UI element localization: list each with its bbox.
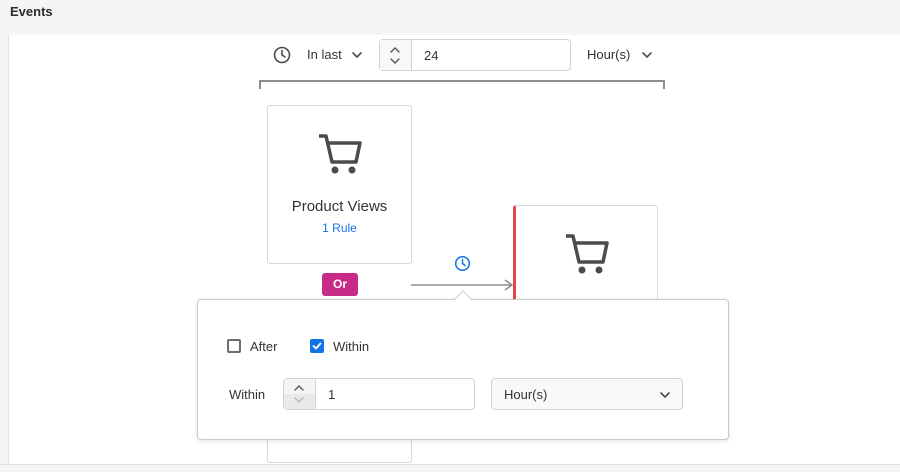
event-card-product-views[interactable] bbox=[267, 105, 412, 264]
chevron-up-icon[interactable] bbox=[294, 384, 304, 392]
stepper-buttons[interactable] bbox=[284, 379, 316, 409]
within-unit-value: Hour(s) bbox=[504, 387, 548, 402]
time-unit-label[interactable]: Hour(s) bbox=[587, 47, 630, 62]
clock-icon bbox=[273, 46, 291, 64]
after-checkbox[interactable] bbox=[227, 339, 241, 353]
shopping-cart-icon bbox=[566, 234, 609, 274]
chevron-down-icon[interactable] bbox=[390, 57, 400, 65]
chevron-down-icon bbox=[294, 397, 304, 403]
chevron-up-icon[interactable] bbox=[390, 46, 400, 54]
clock-icon[interactable] bbox=[454, 255, 471, 272]
event-title: Product Views bbox=[291, 198, 388, 215]
after-checkbox-label[interactable]: After bbox=[250, 339, 277, 354]
time-mode-label[interactable]: In last bbox=[307, 47, 342, 62]
bottom-divider bbox=[0, 464, 900, 472]
or-operator-badge[interactable]: Or bbox=[322, 273, 358, 296]
time-value-stepper[interactable]: 24 bbox=[379, 39, 571, 71]
time-range-bracket bbox=[259, 80, 665, 89]
chevron-down-icon bbox=[660, 392, 670, 399]
page-title: Events bbox=[10, 4, 53, 19]
time-value-input[interactable]: 24 bbox=[424, 48, 438, 63]
within-value-stepper[interactable]: 1 bbox=[283, 378, 475, 410]
time-constraint-popover bbox=[197, 299, 729, 440]
within-unit-select[interactable]: Hour(s) bbox=[491, 378, 683, 410]
stepper-buttons[interactable] bbox=[380, 40, 412, 70]
within-field-label: Within bbox=[229, 387, 266, 402]
within-value-input[interactable]: 1 bbox=[328, 387, 335, 402]
chevron-down-icon[interactable] bbox=[351, 49, 363, 61]
checkmark-icon bbox=[312, 342, 322, 350]
within-checkbox[interactable] bbox=[310, 339, 324, 353]
shopping-cart-icon bbox=[319, 134, 362, 174]
within-checkbox-label[interactable]: Within bbox=[333, 339, 369, 354]
chevron-down-icon[interactable] bbox=[641, 49, 653, 61]
rule-count-link[interactable]: 1 Rule bbox=[267, 221, 412, 235]
